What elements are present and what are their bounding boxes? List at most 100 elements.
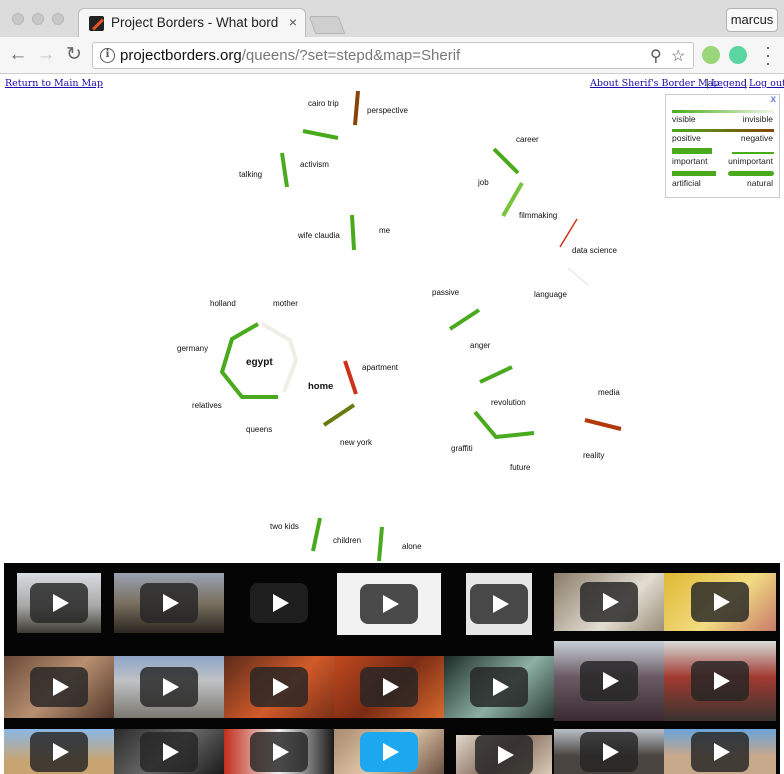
word-cairo-trip[interactable]: cairo trip	[308, 99, 339, 108]
arrow-left-icon[interactable]: ←	[6, 43, 30, 67]
word-me[interactable]: me	[379, 226, 390, 235]
border-filmmaking-datascience[interactable]	[559, 218, 578, 248]
play-icon[interactable]	[580, 582, 638, 622]
video-thumbnail[interactable]	[224, 656, 334, 718]
word-home[interactable]: home	[308, 381, 333, 392]
word-language[interactable]: language	[534, 290, 567, 299]
video-thumbnail[interactable]	[114, 573, 224, 633]
play-icon[interactable]	[475, 735, 533, 774]
play-icon[interactable]	[30, 667, 88, 707]
play-icon[interactable]	[250, 731, 308, 772]
word-activism[interactable]: activism	[300, 160, 329, 169]
word-mother[interactable]: mother	[273, 299, 298, 308]
video-thumbnail[interactable]	[114, 656, 224, 718]
border-children-alone[interactable]	[377, 526, 384, 562]
close-tab-icon[interactable]: ×	[289, 14, 297, 30]
play-icon[interactable]	[691, 661, 749, 701]
word-media[interactable]: media	[598, 388, 620, 397]
zoom-icon[interactable]: ⚲	[650, 46, 662, 66]
border-passive-anger[interactable]	[448, 308, 481, 331]
border-activism-top[interactable]	[302, 129, 339, 140]
word-job[interactable]: job	[478, 178, 489, 187]
video-thumbnail[interactable]	[337, 573, 441, 635]
word-data-science[interactable]: data science	[572, 246, 617, 255]
word-future[interactable]: future	[510, 463, 530, 472]
border-twokids-children[interactable]	[311, 517, 322, 552]
word-germany[interactable]: germany	[177, 344, 208, 353]
play-icon[interactable]	[691, 582, 749, 622]
video-thumbnail[interactable]	[224, 729, 334, 774]
border-wife-me[interactable]	[350, 214, 356, 251]
video-thumbnail[interactable]	[114, 729, 224, 774]
play-icon[interactable]	[691, 731, 749, 772]
video-thumbnail[interactable]	[664, 641, 776, 721]
video-thumbnail[interactable]	[466, 573, 532, 635]
address-bar[interactable]: i projectborders.org/queens/?set=stepd&m…	[92, 42, 694, 69]
video-thumbnail[interactable]	[4, 656, 114, 718]
video-thumbnail[interactable]	[664, 573, 776, 631]
border-talking-activism[interactable]	[280, 152, 289, 188]
info-icon[interactable]: i	[100, 48, 115, 63]
word-revolution[interactable]: revolution	[491, 398, 526, 407]
play-icon[interactable]	[250, 667, 308, 707]
word-apartment[interactable]: apartment	[362, 363, 398, 372]
word-egypt[interactable]: egypt	[246, 357, 273, 368]
word-perspective[interactable]: perspective	[367, 106, 408, 115]
play-icon[interactable]	[580, 731, 638, 772]
word-career[interactable]: career	[516, 135, 539, 144]
word-alone[interactable]: alone	[402, 542, 422, 551]
active-tab[interactable]: Project Borders - What border ×	[78, 8, 306, 38]
word-holland[interactable]: holland	[210, 299, 236, 308]
extension-quote-icon[interactable]	[702, 46, 720, 64]
word-filmmaking[interactable]: filmmaking	[519, 211, 557, 220]
border-revolution-graffiti[interactable]	[473, 410, 535, 440]
play-icon[interactable]	[580, 661, 638, 701]
video-thumbnail[interactable]	[17, 573, 101, 633]
video-thumbnail[interactable]	[334, 656, 444, 718]
play-icon[interactable]	[140, 667, 198, 707]
border-map[interactable]: cairo trip perspective activism talking …	[0, 88, 784, 563]
play-icon[interactable]	[470, 667, 528, 707]
word-children[interactable]: children	[333, 536, 361, 545]
video-thumbnail[interactable]	[334, 729, 444, 774]
video-thumbnail[interactable]	[456, 735, 552, 774]
extension-grammar-icon[interactable]	[729, 46, 747, 64]
border-anger-revolution[interactable]	[479, 365, 513, 384]
video-thumbnail[interactable]	[226, 573, 332, 633]
play-icon[interactable]	[360, 584, 418, 624]
play-icon[interactable]	[250, 583, 308, 623]
word-two-kids[interactable]: two kids	[270, 522, 299, 531]
word-wife-claudia[interactable]: wife claudia	[298, 231, 340, 240]
video-thumbnail[interactable]	[554, 729, 664, 774]
browser-menu-icon[interactable]: · · ·	[762, 38, 774, 72]
bookmark-star-icon[interactable]: ☆	[671, 46, 685, 66]
play-icon[interactable]	[30, 731, 88, 772]
play-icon[interactable]	[140, 731, 198, 772]
word-passive[interactable]: passive	[432, 288, 459, 297]
play-icon[interactable]	[360, 667, 418, 707]
border-home-newyork[interactable]	[322, 403, 356, 427]
profile-button[interactable]: marcus	[726, 8, 778, 32]
border-datascience-language[interactable]	[567, 267, 589, 286]
play-icon[interactable]	[30, 583, 88, 623]
video-thumbnail[interactable]	[444, 656, 554, 718]
word-anger[interactable]: anger	[470, 341, 490, 350]
video-thumbnail[interactable]	[4, 729, 114, 774]
play-icon[interactable]	[360, 731, 418, 772]
border-home-apartment[interactable]	[343, 360, 358, 395]
border-media-reality[interactable]	[584, 418, 622, 431]
minimize-window-button[interactable]	[32, 13, 44, 25]
border-cairo-perspective[interactable]	[353, 90, 360, 126]
new-tab-button[interactable]	[308, 16, 346, 34]
word-graffiti[interactable]: graffiti	[451, 444, 473, 453]
word-talking[interactable]: talking	[239, 170, 262, 179]
zoom-window-button[interactable]	[52, 13, 64, 25]
video-thumbnail[interactable]	[554, 573, 664, 631]
play-icon[interactable]	[470, 584, 528, 624]
video-thumbnail[interactable]	[664, 729, 776, 774]
close-window-button[interactable]	[12, 13, 24, 25]
url-text[interactable]: projectborders.org/queens/?set=stepd&map…	[120, 47, 460, 64]
word-queens[interactable]: queens	[246, 425, 272, 434]
reload-icon[interactable]: ↻	[62, 43, 86, 67]
word-reality[interactable]: reality	[583, 451, 604, 460]
